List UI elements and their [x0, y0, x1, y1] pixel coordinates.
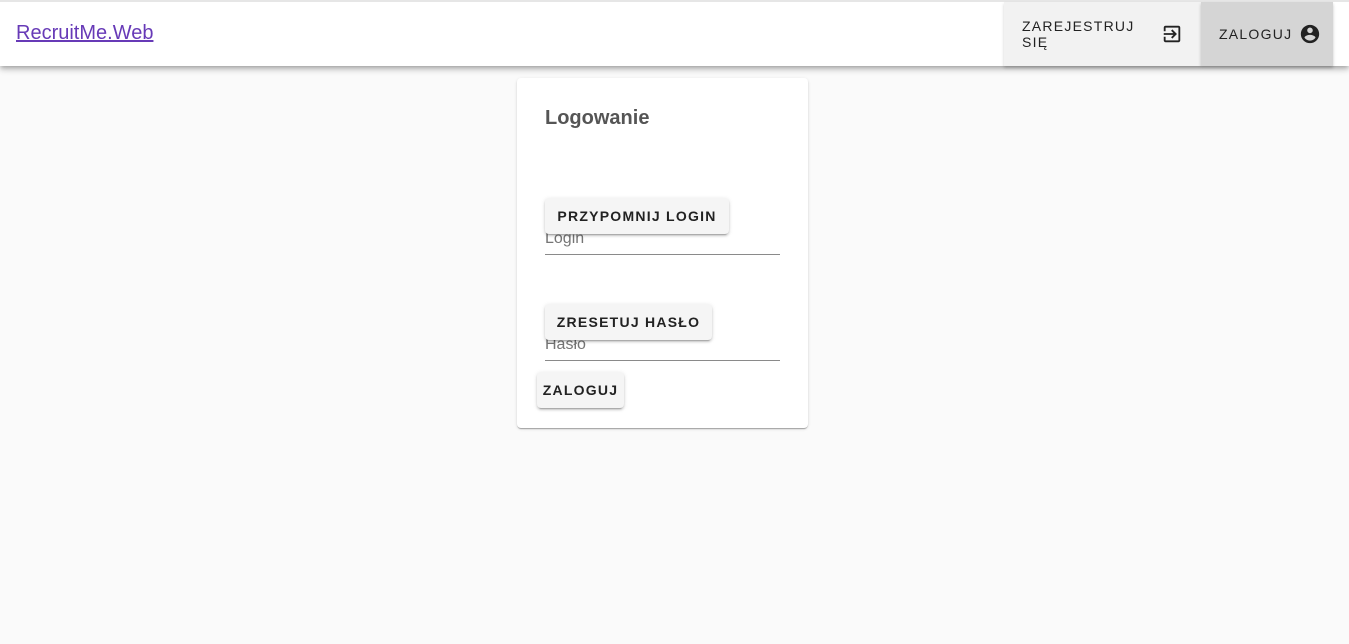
- app-bar: RecruitMe.Web ZAREJESTRUJ SIĘ ZALOGUJ: [0, 0, 1349, 66]
- remind-login-button[interactable]: PRZYPOMNIJ LOGIN: [545, 198, 729, 234]
- card-title: Logowanie: [545, 107, 650, 129]
- login-box-icon: [1161, 23, 1183, 45]
- register-nav-button[interactable]: ZAREJESTRUJ SIĘ: [1004, 2, 1201, 66]
- login-nav-button[interactable]: ZALOGUJ: [1201, 2, 1333, 66]
- brand-link[interactable]: RecruitMe.Web: [16, 22, 153, 45]
- login-nav-label: ZALOGUJ: [1219, 26, 1293, 42]
- register-nav-label: ZAREJESTRUJ SIĘ: [1022, 18, 1135, 50]
- account-circle-icon: [1299, 23, 1321, 45]
- submit-login-button[interactable]: ZALOGUJ: [537, 372, 624, 408]
- login-card: Logowanie PRZYPOMNIJ LOGIN ZRESETUJ HASŁ…: [517, 78, 808, 428]
- reset-password-button[interactable]: ZRESETUJ HASŁO: [545, 304, 712, 340]
